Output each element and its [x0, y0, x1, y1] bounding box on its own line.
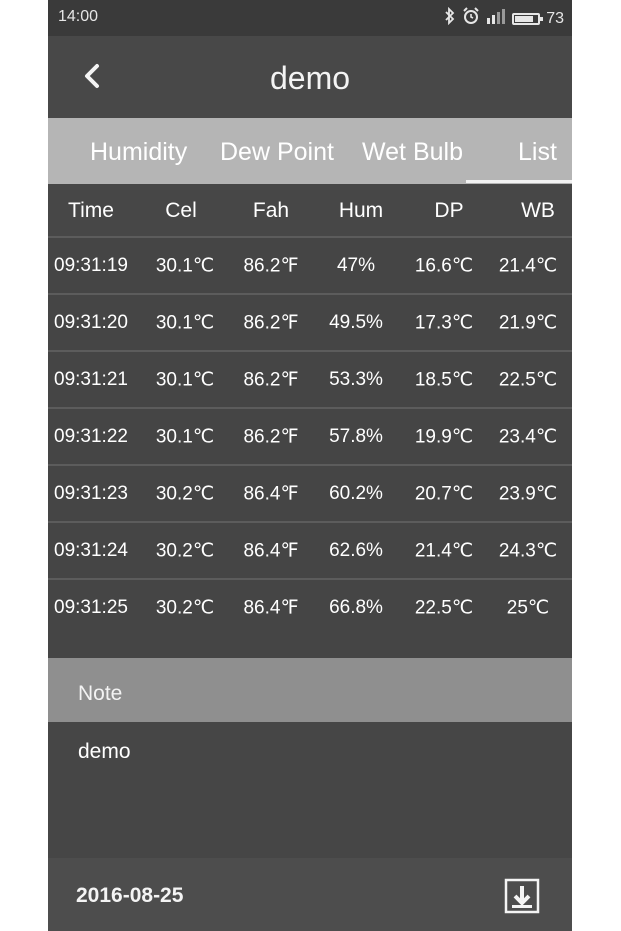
note-header: Note — [48, 658, 572, 722]
column-header: Cel — [165, 199, 197, 223]
cell-hum: 47% — [336, 254, 376, 276]
note-label: Note — [78, 682, 123, 705]
table-row[interactable]: 09:31:25 30.2℃ 86.4℉ 66.8% 22.5℃ 25℃ — [48, 578, 572, 635]
cell-cel: 30.2℃ — [155, 483, 215, 504]
column-header: Time — [68, 199, 114, 223]
tab-list[interactable]: List — [518, 138, 557, 167]
cell-hum: 66.8% — [329, 596, 383, 618]
data-table: Time Cel Fah Hum DP WB 09:31:19 30.1℃ 86… — [48, 184, 572, 635]
column-header: DP — [434, 199, 464, 223]
tab-wet-bulb[interactable]: Wet Bulb — [362, 138, 463, 167]
footer: 2016-08-25 — [48, 858, 572, 931]
cell-fah: 86.2℉ — [243, 426, 299, 447]
cell-wb: 24.3℃ — [498, 540, 558, 561]
cell-hum: 49.5% — [329, 311, 383, 333]
cell-time: 09:31:21 — [54, 368, 128, 390]
cell-time: 09:31:22 — [54, 425, 128, 447]
cell-wb: 21.9℃ — [498, 312, 558, 333]
cell-wb: 25℃ — [506, 597, 550, 618]
table-row[interactable]: 09:31:23 30.2℃ 86.4℉ 60.2% 20.7℃ 23.9℃ — [48, 464, 572, 521]
cell-wb: 23.4℃ — [498, 426, 558, 447]
tab-dew-point[interactable]: Dew Point — [220, 138, 334, 167]
cell-cel: 30.2℃ — [155, 540, 215, 561]
cell-dp: 17.3℃ — [414, 312, 474, 333]
cell-hum: 53.3% — [329, 368, 383, 390]
cell-cel: 30.1℃ — [155, 369, 215, 390]
cell-cel: 30.2℃ — [155, 597, 215, 618]
cell-hum: 57.8% — [329, 425, 383, 447]
column-header: Fah — [252, 199, 290, 223]
cell-fah: 86.4℉ — [243, 483, 299, 504]
download-icon — [504, 878, 540, 914]
bluetooth-icon — [444, 6, 456, 31]
status-bar: 14:00 73 — [48, 0, 572, 36]
tab-bar: Humidity Dew Point Wet Bulb List — [48, 118, 572, 184]
cell-cel: 30.1℃ — [155, 312, 215, 333]
cell-wb: 23.9℃ — [498, 483, 558, 504]
cell-wb: 22.5℃ — [498, 369, 558, 390]
cell-fah: 86.2℉ — [243, 369, 299, 390]
table-row[interactable]: 09:31:21 30.1℃ 86.2℉ 53.3% 18.5℃ 22.5℃ — [48, 350, 572, 407]
column-header: WB — [521, 199, 555, 223]
note-text: demo — [78, 740, 131, 763]
column-header: Hum — [338, 199, 384, 223]
note-body[interactable]: demo — [48, 722, 572, 858]
tab-humidity[interactable]: Humidity — [90, 138, 187, 167]
table-row[interactable]: 09:31:20 30.1℃ 86.2℉ 49.5% 17.3℃ 21.9℃ — [48, 293, 572, 350]
title-bar: demo — [48, 36, 572, 118]
cell-hum: 62.6% — [329, 539, 383, 561]
cell-time: 09:31:24 — [54, 539, 128, 561]
table-row[interactable]: 09:31:19 30.1℃ 86.2℉ 47% 16.6℃ 21.4℃ — [48, 236, 572, 293]
page-title: demo — [269, 60, 351, 96]
cell-wb: 21.4℃ — [498, 255, 558, 276]
cell-cel: 30.1℃ — [155, 426, 215, 447]
table-row[interactable]: 09:31:24 30.2℃ 86.4℉ 62.6% 21.4℃ 24.3℃ — [48, 521, 572, 578]
cell-time: 09:31:19 — [54, 254, 128, 276]
status-icons: 73 — [444, 6, 564, 31]
status-time: 14:00 — [58, 8, 99, 25]
cell-dp: 19.9℃ — [414, 426, 474, 447]
alarm-icon — [462, 7, 480, 31]
cell-dp: 18.5℃ — [414, 369, 474, 390]
cell-fah: 86.2℉ — [243, 255, 299, 276]
cell-fah: 86.2℉ — [243, 312, 299, 333]
cell-fah: 86.4℉ — [243, 597, 299, 618]
cell-hum: 60.2% — [329, 482, 383, 504]
cell-fah: 86.4℉ — [243, 540, 299, 561]
cell-dp: 21.4℃ — [414, 540, 474, 561]
cell-cel: 30.1℃ — [155, 255, 215, 276]
cell-time: 09:31:23 — [54, 482, 128, 504]
cell-dp: 22.5℃ — [414, 597, 474, 618]
cell-dp: 16.6℃ — [414, 255, 474, 276]
phone-screen: 14:00 73 demo Humidity Dew Point Wet Bul… — [48, 0, 572, 931]
download-button[interactable] — [504, 878, 540, 914]
signal-icon — [486, 8, 506, 30]
battery-icon — [512, 13, 544, 25]
record-date: 2016-08-25 — [76, 884, 184, 907]
table-row[interactable]: 09:31:22 30.1℃ 86.2℉ 57.8% 19.9℃ 23.4℃ — [48, 407, 572, 464]
cell-time: 09:31:25 — [54, 596, 128, 618]
battery-level: 73 — [546, 10, 564, 27]
cell-time: 09:31:20 — [54, 311, 128, 333]
table-header: Time Cel Fah Hum DP WB — [48, 184, 572, 236]
cell-dp: 20.7℃ — [414, 483, 474, 504]
tab-selected-indicator — [466, 180, 572, 183]
